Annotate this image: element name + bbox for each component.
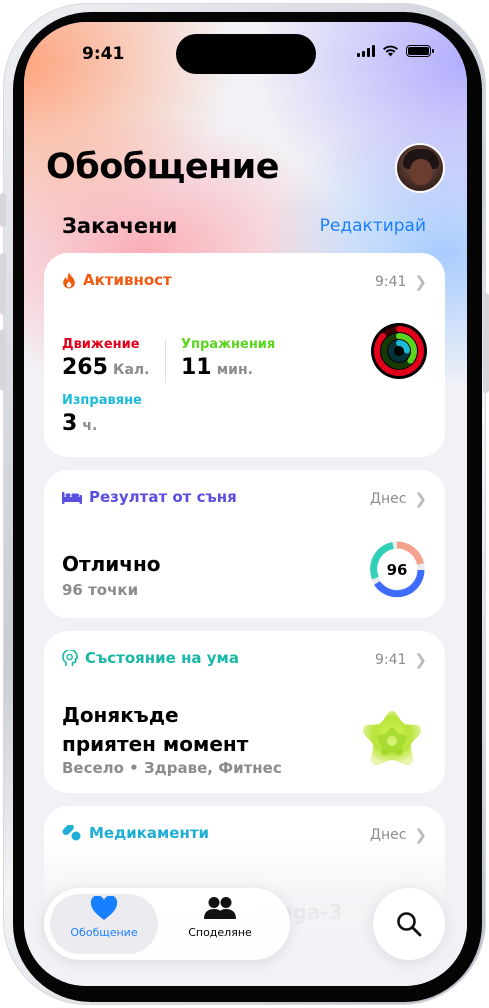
flame-icon [63, 272, 75, 288]
mind-card-header: Състояние на ума [62, 649, 239, 667]
move-unit: Кал. [113, 362, 150, 378]
activity-card-title: Активност [83, 271, 172, 289]
sleep-card-header: Резултат от съня [62, 488, 237, 506]
chevron-right-icon: ❯ [414, 490, 427, 508]
tab-sharing-label: Споделяне [188, 926, 252, 939]
stand-label: Изправяне [62, 393, 142, 408]
bed-icon [62, 492, 82, 504]
search-button[interactable] [373, 888, 445, 960]
sleep-result: Отлично [62, 552, 161, 576]
chevron-right-icon: ❯ [414, 273, 427, 291]
mind-card-time: 9:41 [374, 652, 407, 668]
volume-up-button [0, 253, 6, 315]
meds-card-header: Медикаменти [62, 824, 209, 842]
mind-state-line-1: Донякъде [62, 703, 179, 727]
activity-rings-icon [371, 323, 427, 379]
tab-summary[interactable]: Обобщение [49, 895, 159, 939]
mind-card[interactable]: Състояние на ума 9:41 ❯ Донякъде приятен… [44, 631, 445, 793]
stand-value: 3 [62, 411, 78, 436]
exercise-unit: мин. [216, 362, 253, 378]
sleep-card-time: Днес [370, 491, 407, 507]
volume-down-button [0, 329, 6, 391]
meds-card-title: Медикаменти [89, 824, 210, 842]
exercise-value: 11 [181, 355, 212, 380]
mind-details: Весело • Здраве, Фитнес [62, 759, 282, 777]
move-value: 265 [62, 355, 108, 380]
activity-card-time: 9:41 [374, 274, 407, 290]
page-title: Обобщение [46, 147, 280, 187]
wifi-icon [383, 45, 398, 57]
activity-card-header: Активност [62, 271, 172, 289]
sleep-score-value: 96 [387, 561, 408, 579]
sleep-card[interactable]: Резултат от съня Днес ❯ Отлично 96 точки… [44, 470, 445, 618]
people-icon [204, 897, 236, 919]
tab-summary-label: Обобщение [70, 926, 138, 939]
metric-divider [165, 339, 166, 383]
sleep-score-ring: 96 [369, 541, 425, 598]
action-button [0, 193, 6, 227]
sleep-card-meta: Днес ❯ [370, 490, 427, 508]
move-label: Движение [62, 337, 140, 352]
move-metric: Движение 265 Кал. [62, 337, 150, 380]
battery-icon [406, 44, 434, 57]
meds-card-time: Днес [370, 827, 407, 843]
mind-card-meta: 9:41 ❯ [375, 651, 427, 669]
mind-state-line-2: приятен момент [62, 732, 249, 756]
avatar[interactable] [395, 143, 445, 193]
pills-icon [62, 825, 81, 841]
cellular-signal-icon [357, 44, 375, 57]
screen: 9:41 Обобщение Закачени Редактирай Актив… [24, 22, 467, 986]
stand-unit: ч. [82, 418, 98, 434]
heart-icon [90, 895, 118, 920]
status-time: 9:41 [82, 44, 125, 64]
power-button [483, 293, 489, 393]
dynamic-island [176, 34, 316, 74]
exercise-label: Упражнения [181, 337, 276, 352]
mind-state: Донякъде приятен момент [62, 701, 248, 759]
pinned-title: Закачени [62, 214, 178, 238]
tab-bar: Обобщение Споделяне [44, 888, 290, 960]
status-icons [357, 44, 434, 57]
activity-card-meta: 9:41 ❯ [375, 273, 427, 291]
activity-card[interactable]: Активност 9:41 ❯ Движение 265 Кал. Упраж… [44, 253, 445, 457]
exercise-metric: Упражнения 11 мин. [181, 337, 275, 380]
search-icon [397, 912, 422, 937]
tab-sharing[interactable]: Споделяне [165, 896, 275, 939]
stand-metric: Изправяне 3 ч. [62, 393, 142, 436]
head-icon [62, 649, 78, 666]
edit-button[interactable]: Редактирай [320, 216, 426, 236]
sleep-points: 96 точки [62, 581, 139, 599]
chevron-right-icon: ❯ [414, 651, 427, 669]
mood-star-icon [362, 711, 422, 766]
sleep-card-title: Резултат от съня [89, 488, 237, 506]
mind-card-title: Състояние на ума [85, 649, 239, 667]
